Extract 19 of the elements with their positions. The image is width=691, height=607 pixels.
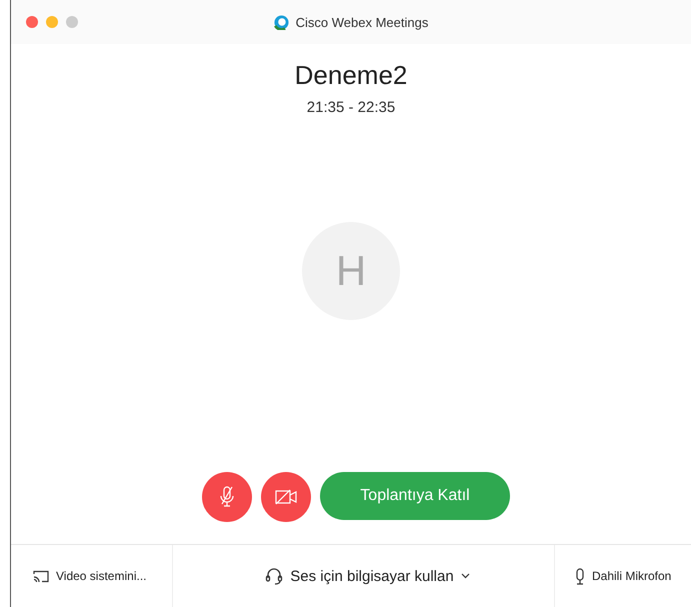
- headset-icon: [265, 567, 284, 585]
- window-title: Cisco Webex Meetings: [296, 14, 428, 30]
- app-logo-icon: [274, 14, 289, 30]
- minimize-button[interactable]: [46, 16, 58, 28]
- close-button[interactable]: [26, 16, 38, 28]
- chevron-down-icon: [460, 573, 470, 579]
- video-system-button[interactable]: Video sistemini...: [11, 545, 173, 607]
- mute-button[interactable]: [202, 472, 252, 522]
- meeting-title: Deneme2: [294, 60, 408, 91]
- microphone-button[interactable]: Dahili Mikrofon: [555, 545, 691, 607]
- cast-icon: [33, 570, 49, 582]
- avatar: H: [302, 222, 400, 320]
- meeting-time: 21:35 - 22:35: [306, 99, 396, 116]
- zoom-button[interactable]: [66, 16, 78, 28]
- video-off-icon: [275, 489, 297, 505]
- video-button[interactable]: [261, 472, 311, 522]
- muted-microphone-icon: [219, 486, 235, 508]
- microphone-icon: [575, 568, 585, 584]
- audio-dropdown[interactable]: Ses için bilgisayar kullan: [173, 545, 555, 607]
